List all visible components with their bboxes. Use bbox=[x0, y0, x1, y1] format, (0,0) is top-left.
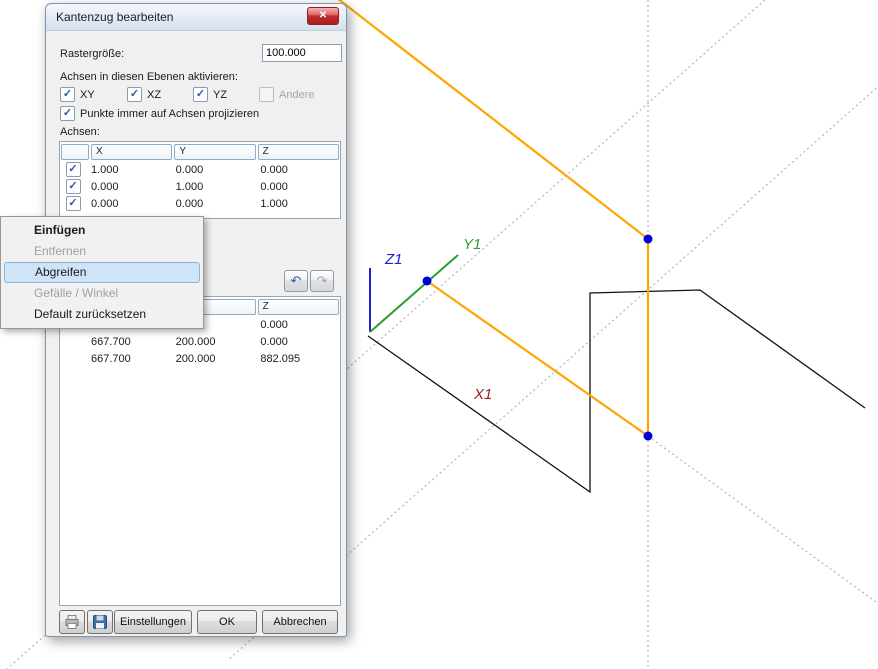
cell[interactable]: 667.700 bbox=[86, 336, 171, 348]
checkbox-xy-label: XY bbox=[80, 89, 95, 101]
raster-label: Rastergröße: bbox=[60, 48, 124, 60]
print-button[interactable] bbox=[59, 610, 85, 634]
redo-button[interactable]: ↷ bbox=[310, 270, 334, 292]
checkbox-project[interactable]: ✓ Punkte immer auf Achsen projizieren bbox=[60, 106, 259, 121]
checkbox-xy-box[interactable]: ✓ bbox=[60, 87, 75, 102]
axes-row-checkbox[interactable]: ✓ bbox=[66, 196, 81, 211]
cell[interactable]: 0.000 bbox=[255, 181, 340, 193]
context-menu: Einfügen Entfernen Abgreifen Gefälle / W… bbox=[0, 216, 204, 329]
checkbox-xz-label: XZ bbox=[147, 89, 161, 101]
check-icon: ✓ bbox=[196, 89, 205, 100]
check-icon: ✓ bbox=[63, 108, 72, 119]
cell[interactable]: 882.095 bbox=[255, 353, 340, 365]
menu-item-default-zuruecksetzen[interactable]: Default zurücksetzen bbox=[1, 304, 203, 325]
selected-edge-3[interactable] bbox=[427, 281, 648, 436]
close-icon: ✕ bbox=[319, 10, 327, 21]
check-icon: ✓ bbox=[130, 89, 139, 100]
axes-row-checkbox[interactable]: ✓ bbox=[66, 162, 81, 177]
cell[interactable]: 1.000 bbox=[255, 198, 340, 210]
ok-button-label: OK bbox=[219, 616, 235, 628]
cell[interactable]: 200.000 bbox=[171, 353, 256, 365]
cancel-button[interactable]: Abbrechen bbox=[262, 610, 338, 634]
checkbox-yz-box[interactable]: ✓ bbox=[193, 87, 208, 102]
check-icon: ✓ bbox=[63, 89, 72, 100]
cancel-button-label: Abbrechen bbox=[273, 616, 326, 628]
checkbox-yz[interactable]: ✓ YZ bbox=[193, 87, 227, 102]
dialog-body: Rastergröße: Achsen in diesen Ebenen akt… bbox=[46, 30, 346, 636]
settings-button[interactable]: Einstellungen bbox=[114, 610, 192, 634]
cell[interactable]: 667.700 bbox=[86, 353, 171, 365]
axes-label: Achsen: bbox=[60, 126, 100, 138]
planes-label: Achsen in diesen Ebenen aktivieren: bbox=[60, 71, 238, 83]
checkbox-xy[interactable]: ✓ XY bbox=[60, 87, 95, 102]
menu-item-einfuegen[interactable]: Einfügen bbox=[1, 220, 203, 241]
vertex-point-1[interactable] bbox=[423, 277, 432, 286]
close-button[interactable]: ✕ bbox=[307, 7, 339, 25]
model-polyline[interactable] bbox=[368, 290, 865, 492]
menu-item-gefaelle-winkel: Gefälle / Winkel bbox=[1, 283, 203, 304]
cell[interactable]: 0.000 bbox=[255, 164, 340, 176]
axes-col-z[interactable]: Z bbox=[258, 144, 339, 160]
axes-table-header: X Y Z bbox=[60, 142, 340, 161]
points-table: X Y Z 0.000 0.000 0.000 667.700 200.000 … bbox=[59, 296, 341, 606]
vertex-point-2[interactable] bbox=[644, 235, 653, 244]
ok-button[interactable]: OK bbox=[197, 610, 257, 634]
selected-edge-1[interactable] bbox=[333, 0, 648, 239]
checkbox-andere-label: Andere bbox=[279, 89, 314, 101]
axes-row[interactable]: ✓ 0.000 0.000 1.000 bbox=[60, 195, 340, 212]
cell[interactable]: 1.000 bbox=[86, 164, 171, 176]
cell[interactable]: 0.000 bbox=[171, 198, 256, 210]
checkbox-xz[interactable]: ✓ XZ bbox=[127, 87, 161, 102]
printer-icon bbox=[64, 614, 80, 630]
construction-line-diagonal-3 bbox=[648, 436, 878, 605]
menu-item-abgreifen[interactable]: Abgreifen bbox=[4, 262, 200, 283]
cell[interactable]: 0.000 bbox=[255, 336, 340, 348]
axes-col-y[interactable]: Y bbox=[174, 144, 255, 160]
dialog-titlebar[interactable]: Kantenzug bearbeiten ✕ bbox=[46, 4, 346, 31]
checkbox-project-label: Punkte immer auf Achsen projizieren bbox=[80, 108, 259, 120]
checkbox-andere-box bbox=[259, 87, 274, 102]
y1-axis-label: Y1 bbox=[463, 236, 481, 253]
axes-table: X Y Z ✓ 1.000 0.000 0.000 ✓ 0.000 1.000 … bbox=[59, 141, 341, 219]
check-icon: ✓ bbox=[68, 164, 77, 175]
cell[interactable]: 0.000 bbox=[171, 164, 256, 176]
menu-item-entfernen: Entfernen bbox=[1, 241, 203, 262]
cell[interactable]: 0.000 bbox=[255, 319, 340, 331]
cell[interactable]: 0.000 bbox=[86, 181, 171, 193]
checkbox-project-box[interactable]: ✓ bbox=[60, 106, 75, 121]
floppy-disk-icon bbox=[92, 614, 108, 630]
settings-button-label: Einstellungen bbox=[120, 616, 186, 628]
app-screen: Z1 Y1 X1 Kantenzug bearbeiten ✕ Rastergr… bbox=[0, 0, 878, 669]
axes-row-checkbox[interactable]: ✓ bbox=[66, 179, 81, 194]
axes-col-x[interactable]: X bbox=[91, 144, 172, 160]
save-button[interactable] bbox=[87, 610, 113, 634]
axes-row[interactable]: ✓ 1.000 0.000 0.000 bbox=[60, 161, 340, 178]
axes-col-checkbox[interactable] bbox=[61, 144, 89, 160]
dialog-title: Kantenzug bearbeiten bbox=[56, 10, 173, 24]
axes-row[interactable]: ✓ 0.000 1.000 0.000 bbox=[60, 178, 340, 195]
x1-axis-label: X1 bbox=[473, 386, 492, 403]
points-row[interactable]: 667.700 200.000 882.095 bbox=[60, 350, 340, 367]
undo-button[interactable]: ↶ bbox=[284, 270, 308, 292]
points-row[interactable]: 667.700 200.000 0.000 bbox=[60, 333, 340, 350]
undo-icon: ↶ bbox=[291, 273, 302, 289]
cell[interactable]: 1.000 bbox=[171, 181, 256, 193]
checkbox-andere: Andere bbox=[259, 87, 314, 102]
points-col-z[interactable]: Z bbox=[258, 299, 339, 315]
raster-input[interactable] bbox=[262, 44, 342, 62]
cell[interactable]: 200.000 bbox=[171, 336, 256, 348]
vertex-point-3[interactable] bbox=[644, 432, 653, 441]
redo-icon: ↷ bbox=[317, 273, 328, 289]
check-icon: ✓ bbox=[68, 181, 77, 192]
z1-axis-label: Z1 bbox=[384, 251, 403, 268]
cell[interactable]: 0.000 bbox=[86, 198, 171, 210]
checkbox-xz-box[interactable]: ✓ bbox=[127, 87, 142, 102]
check-icon: ✓ bbox=[68, 198, 77, 209]
checkbox-yz-label: YZ bbox=[213, 89, 227, 101]
